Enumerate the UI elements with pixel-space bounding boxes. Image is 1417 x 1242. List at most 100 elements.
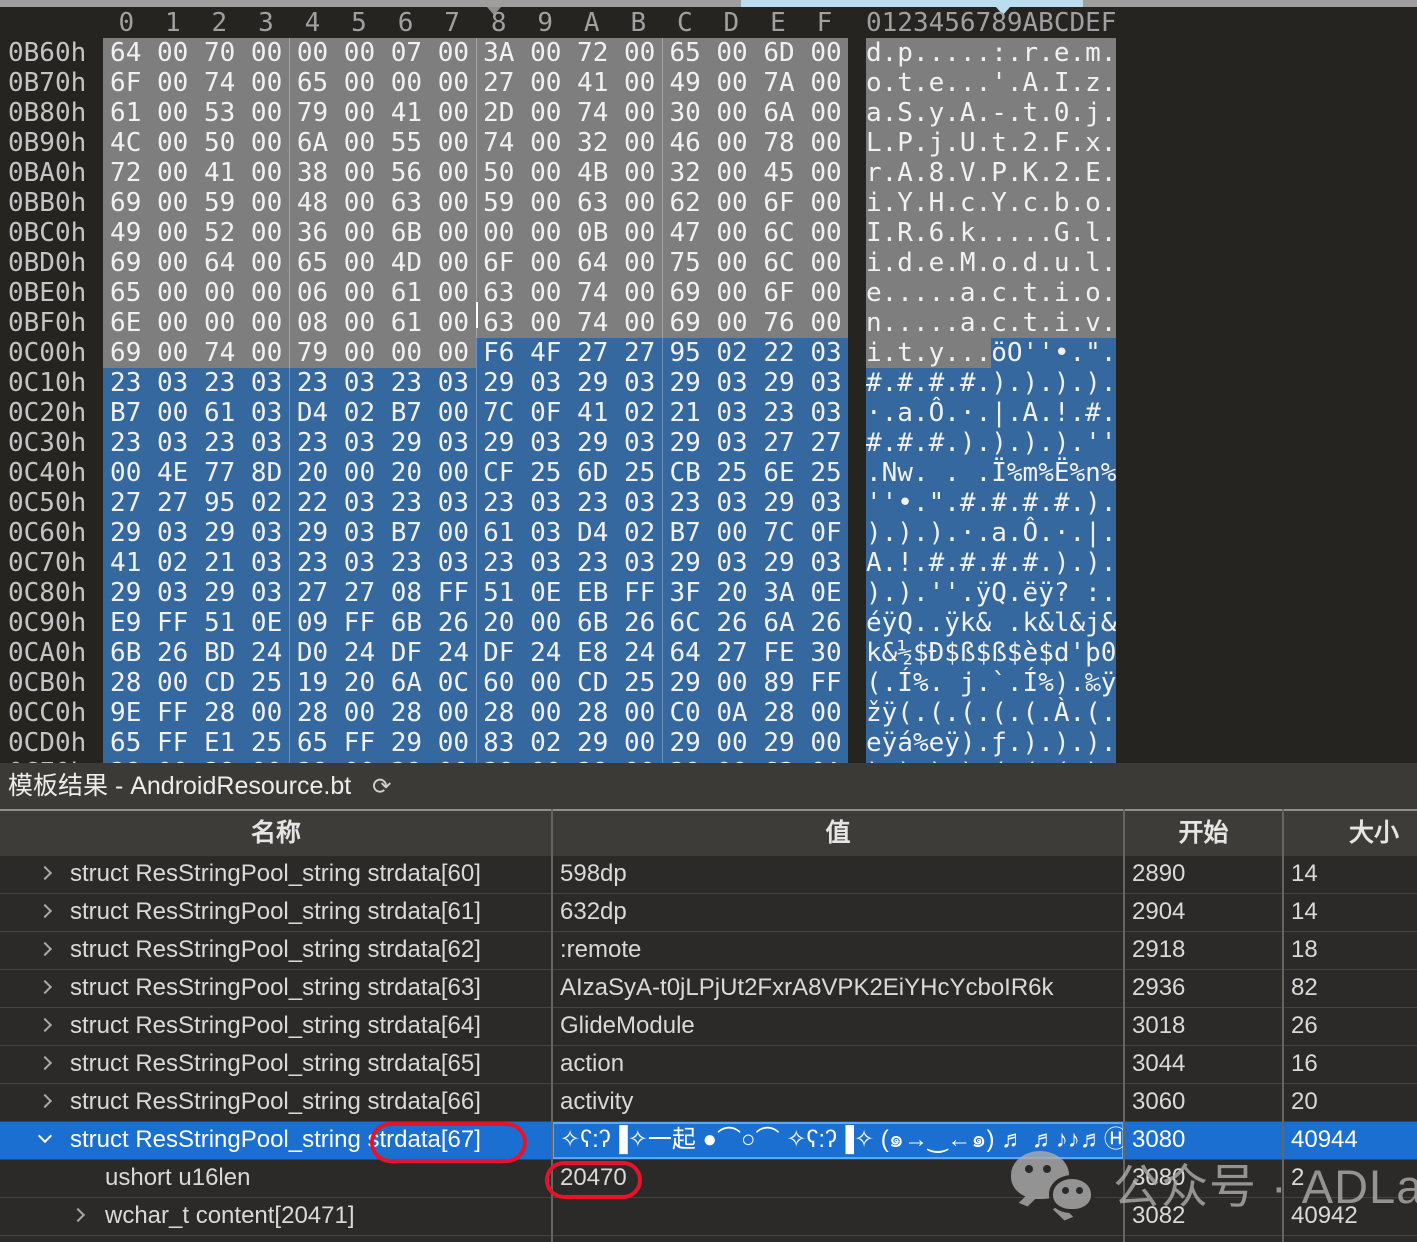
hex-byte-group[interactable]: 61 03 D4 02 (476, 518, 662, 548)
hex-byte-group[interactable]: 69 00 6F 00 (662, 278, 848, 308)
ascii-column[interactable]: eÿá%eÿ).ƒ.).).). (866, 728, 1116, 758)
hex-byte-group[interactable]: 29 03 29 03 (103, 578, 289, 608)
hex-byte-group[interactable]: 38 00 56 00 (289, 158, 475, 188)
ascii-column[interactable]: ''•.".#.#.#.#.). (866, 488, 1116, 518)
hex-byte-group[interactable]: 09 FF 6B 26 (289, 608, 475, 638)
hex-byte-group[interactable]: 69 00 74 00 (103, 338, 289, 368)
hex-byte-group[interactable]: 20 00 6B 26 (476, 608, 662, 638)
ascii-column[interactable]: ).).''.ÿQ.ëÿ? :. (866, 578, 1116, 608)
hex-byte-group[interactable]: 69 00 76 00 (662, 308, 848, 338)
ascii-column[interactable]: A.!.#.#.#.#.).). (866, 548, 1116, 578)
ascii-column[interactable]: #.#.#.).).).).'' (866, 428, 1116, 458)
hex-byte-group[interactable]: 29 00 29 00 (662, 728, 848, 758)
hex-byte-group[interactable]: 47 00 6C 00 (662, 218, 848, 248)
hex-byte-group[interactable]: DF 24 E8 24 (476, 638, 662, 668)
hex-byte-group[interactable]: 49 00 7A 00 (662, 68, 848, 98)
ascii-column[interactable]: n.....a.c.t.i.v. (866, 308, 1116, 338)
ascii-column[interactable]: (.Í%. j.`.Í%).‰ÿ (866, 668, 1116, 698)
hex-byte-group[interactable]: 69 00 59 00 (103, 188, 289, 218)
hex-byte-group[interactable]: 83 02 29 00 (476, 728, 662, 758)
hex-byte-group[interactable]: 69 00 64 00 (103, 248, 289, 278)
hex-byte-group[interactable]: 41 02 21 03 (103, 548, 289, 578)
template-row[interactable]: struct ResStringPool_string strdata[64]G… (0, 1008, 1417, 1046)
ascii-column[interactable]: k&½$Ð$ß$ß$è$d'þ0 (866, 638, 1116, 668)
hex-byte-group[interactable]: 50 00 4B 00 (476, 158, 662, 188)
hex-byte-group[interactable]: 29 03 27 27 (662, 428, 848, 458)
hex-byte-group[interactable]: 7C 0F 41 02 (476, 398, 662, 428)
template-row[interactable]: struct ResStringPool_string strdata[61]6… (0, 894, 1417, 932)
hex-byte-group[interactable]: 08 00 61 00 (289, 308, 475, 338)
ascii-column[interactable]: a.S.y.A.-.t.0.j. (866, 98, 1116, 128)
chevron-right-icon[interactable] (38, 866, 52, 880)
hex-byte-group[interactable]: 00 00 07 00 (289, 38, 475, 68)
hex-byte-group[interactable]: D0 24 DF 24 (289, 638, 475, 668)
hex-byte-group[interactable]: 51 0E EB FF (476, 578, 662, 608)
ascii-column[interactable]: i.Y.H.c.Y.c.b.o. (866, 188, 1116, 218)
hex-byte-group[interactable]: 3F 20 3A 0E (662, 578, 848, 608)
column-header-start[interactable]: 开始 (1124, 811, 1283, 856)
ascii-column[interactable]: I.R.6.k.....G.l. (866, 218, 1116, 248)
hex-byte-group[interactable]: B7 00 61 03 (103, 398, 289, 428)
ascii-column[interactable]: L.P.j.U.t.2.F.x. (866, 128, 1116, 158)
hex-byte-group[interactable]: 28 00 28 00 (289, 698, 475, 728)
hex-byte-group[interactable]: 65 00 4D 00 (289, 248, 475, 278)
hex-byte-group[interactable]: 23 03 23 03 (476, 548, 662, 578)
hex-byte-group[interactable]: 06 00 61 00 (289, 278, 475, 308)
hex-byte-group[interactable]: 65 00 00 00 (103, 278, 289, 308)
hex-rows[interactable]: 0B60h64 00 70 0000 00 07 003A 00 72 0065… (0, 38, 1417, 763)
hex-byte-group[interactable]: F6 4F 27 27 (476, 338, 662, 368)
chevron-right-icon[interactable] (38, 980, 52, 994)
hex-byte-group[interactable]: 59 00 63 00 (476, 188, 662, 218)
hex-byte-group[interactable]: 21 03 23 03 (662, 398, 848, 428)
hex-byte-group[interactable]: D4 02 B7 00 (289, 398, 475, 428)
column-header-value[interactable]: 值 (552, 811, 1124, 856)
hex-byte-group[interactable]: 23 03 23 03 (289, 548, 475, 578)
hex-byte-group[interactable]: 65 00 6D 00 (662, 38, 848, 68)
ascii-column[interactable]: o.t.e...'.A.I.z. (866, 68, 1116, 98)
hex-byte-group[interactable]: 29 00 89 FF (662, 668, 848, 698)
hex-byte-group[interactable]: 6E 00 00 00 (103, 308, 289, 338)
ascii-column[interactable]: #.#.#.#.).).).). (866, 368, 1116, 398)
hex-byte-group[interactable]: CF 25 6D 25 (476, 458, 662, 488)
hex-byte-group[interactable]: 23 03 23 03 (476, 488, 662, 518)
hex-byte-group[interactable]: 60 00 CD 25 (476, 668, 662, 698)
hex-byte-group[interactable]: 72 00 41 00 (103, 158, 289, 188)
hex-byte-group[interactable]: 6A 00 55 00 (289, 128, 475, 158)
column-header-size[interactable]: 大小 (1283, 811, 1417, 856)
hex-byte-group[interactable]: 79 00 00 00 (289, 338, 475, 368)
hex-byte-group[interactable]: 32 00 45 00 (662, 158, 848, 188)
chevron-right-icon[interactable] (71, 1208, 85, 1222)
hex-byte-group[interactable]: 28 00 28 00 (476, 698, 662, 728)
hex-byte-group[interactable]: 75 00 6C 00 (662, 248, 848, 278)
hex-byte-group[interactable]: 63 00 74 00 (476, 308, 662, 338)
hex-byte-group[interactable]: 46 00 78 00 (662, 128, 848, 158)
hex-byte-group[interactable]: 48 00 63 00 (289, 188, 475, 218)
hex-byte-group[interactable]: 6F 00 74 00 (103, 68, 289, 98)
chevron-right-icon[interactable] (38, 942, 52, 956)
hex-byte-group[interactable]: 27 27 08 FF (289, 578, 475, 608)
ascii-column[interactable]: .Nw. . .Ï%m%Ë%n% (866, 458, 1116, 488)
hex-byte-group[interactable]: 23 03 23 03 (103, 428, 289, 458)
column-header-name[interactable]: 名称 (0, 811, 552, 856)
hex-byte-group[interactable]: 23 03 23 03 (103, 368, 289, 398)
hex-byte-group[interactable]: 19 20 6A 0C (289, 668, 475, 698)
hex-byte-group[interactable]: 74 00 32 00 (476, 128, 662, 158)
hex-byte-group[interactable]: 29 03 29 03 (103, 518, 289, 548)
ascii-column[interactable]: žÿ(.(.(.(.(.À.(. (866, 698, 1116, 728)
refresh-icon[interactable]: ⟳ (372, 763, 391, 809)
ascii-column[interactable]: r.A.8.V.P.K.2.E. (866, 158, 1116, 188)
hex-byte-group[interactable]: 29 03 B7 00 (289, 518, 475, 548)
hex-byte-group[interactable]: 2D 00 74 00 (476, 98, 662, 128)
hex-byte-group[interactable]: 30 00 6A 00 (662, 98, 848, 128)
ascii-column[interactable]: i.t.y...öO''•.". (866, 338, 1116, 368)
template-row[interactable]: struct ResStringPool_string strdata[65]a… (0, 1046, 1417, 1084)
hex-byte-group[interactable]: 79 00 41 00 (289, 98, 475, 128)
hex-byte-group[interactable]: 63 00 74 00 (476, 278, 662, 308)
template-row[interactable]: struct ResStringPool_string strdata[63]A… (0, 970, 1417, 1008)
chevron-down-icon[interactable] (38, 1129, 52, 1143)
hex-byte-group[interactable]: 49 00 52 00 (103, 218, 289, 248)
hex-byte-group[interactable]: 64 27 FE 30 (662, 638, 848, 668)
template-row[interactable]: struct ResStringPool_string strdata[60]5… (0, 856, 1417, 894)
hex-byte-group[interactable]: 62 00 6F 00 (662, 188, 848, 218)
ascii-column[interactable]: ·.a.Ô.·.|.A.!.#. (866, 398, 1116, 428)
